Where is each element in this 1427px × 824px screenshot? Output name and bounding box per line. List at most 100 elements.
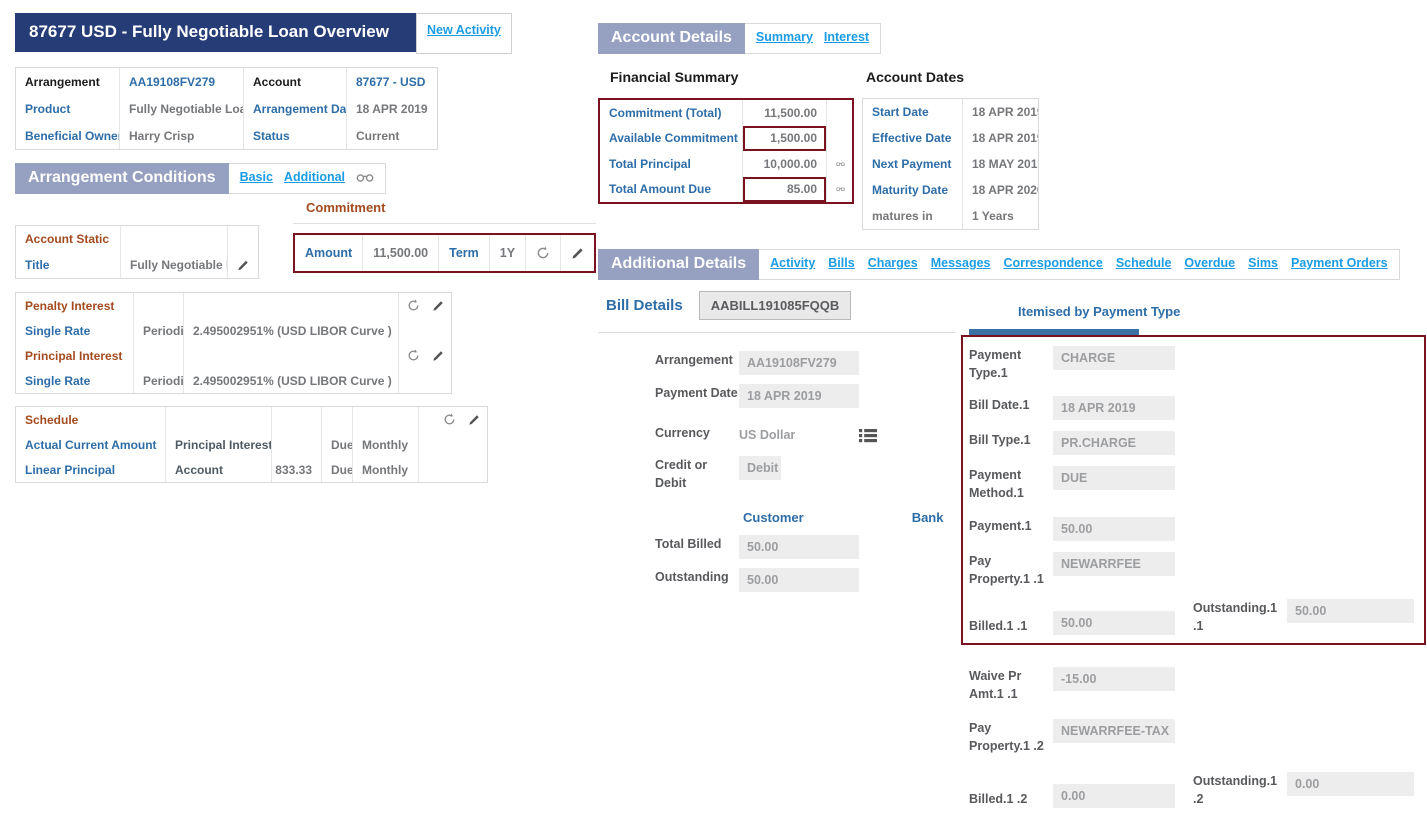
single-rate-label: Single Rate xyxy=(16,368,134,393)
waive-pr-amt-label: Waive Pr Amt.1 .1 xyxy=(969,667,1053,703)
account-dates-table: Start Date 18 APR 2019 Effective Date 18… xyxy=(862,98,1039,230)
arrangement-id: AA19108FV279 xyxy=(120,68,244,95)
payment-orders-link[interactable]: Payment Orders xyxy=(1291,256,1388,270)
principal-interest-header: Principal Interest xyxy=(16,343,134,368)
total-billed-field[interactable]: 50.00 xyxy=(739,535,859,559)
status-label: Status xyxy=(244,122,347,149)
account-details-title: Account Details xyxy=(598,23,745,54)
credit-or-debit-field[interactable]: Debit xyxy=(739,456,781,480)
matures-in-label: matures in xyxy=(863,203,963,229)
arrangement-label: Arrangement xyxy=(16,68,120,95)
itemised-section: Itemised by Payment Type Payment Type.1 … xyxy=(961,291,1426,824)
activity-link[interactable]: Activity xyxy=(770,256,815,270)
additional-details-links: Activity Bills Charges Messages Correspo… xyxy=(759,249,1399,280)
new-activity-link[interactable]: New Activity xyxy=(427,23,501,37)
beneficial-owner-label: Beneficial Owner xyxy=(16,122,120,149)
bank-column-header[interactable]: Bank xyxy=(912,510,944,525)
maturity-date-label: Maturity Date xyxy=(863,177,963,203)
edit-pencil-icon[interactable] xyxy=(468,414,480,426)
payment-type-field[interactable]: CHARGE xyxy=(1053,346,1175,370)
bill-date-field[interactable]: 18 APR 2019 xyxy=(1053,396,1175,420)
credit-or-debit-field-label: Credit or Debit xyxy=(655,456,739,492)
billed-1-2-label: Billed.1 .2 xyxy=(969,790,1053,808)
outstanding-1-1-field[interactable]: 50.00 xyxy=(1287,599,1414,623)
refresh-icon[interactable] xyxy=(443,413,456,426)
start-date-value: 18 APR 2019 xyxy=(963,99,1038,125)
charges-link[interactable]: Charges xyxy=(868,256,918,270)
summary-link[interactable]: Summary xyxy=(756,30,813,44)
title-label: Title xyxy=(16,252,121,278)
interest-link[interactable]: Interest xyxy=(824,30,869,44)
payment-method-field[interactable]: DUE xyxy=(1053,466,1175,490)
term-value: 1Y xyxy=(490,235,526,271)
correspondence-link[interactable]: Correspondence xyxy=(1003,256,1102,270)
tab-itemised-by-payment-type[interactable]: Itemised by Payment Type xyxy=(1018,304,1426,319)
outstanding-1-2-label: Outstanding.1 .2 xyxy=(1193,772,1287,808)
schedule-row-type: Account xyxy=(166,457,272,482)
refresh-icon[interactable] xyxy=(526,235,561,271)
additional-details-header: Additional Details Activity Bills Charge… xyxy=(598,249,1427,280)
additional-link[interactable]: Additional xyxy=(284,170,345,184)
payment-field[interactable]: 50.00 xyxy=(1053,517,1175,541)
commitment-group: Commitment Amount 11,500.00 Term 1Y xyxy=(293,200,596,273)
bill-details-heading: Bill Details xyxy=(606,297,683,314)
glasses-icon[interactable] xyxy=(356,172,374,183)
payment-date-field[interactable]: 18 APR 2019 xyxy=(739,384,859,408)
billed-1-2-field[interactable]: 0.00 xyxy=(1053,784,1175,808)
arrangement-conditions-header: Arrangement Conditions Basic Additional xyxy=(15,163,560,194)
matures-in-value: 1 Years xyxy=(963,203,1038,229)
bills-link[interactable]: Bills xyxy=(828,256,854,270)
messages-link[interactable]: Messages xyxy=(931,256,991,270)
next-payment-label: Next Payment xyxy=(863,151,963,177)
edit-pencil-icon[interactable] xyxy=(432,350,444,362)
pay-property-1-2-field[interactable]: NEWARRFEE-TAX xyxy=(1053,719,1175,743)
edit-pencil-icon[interactable] xyxy=(432,300,444,312)
account-label: Account xyxy=(244,68,347,95)
bill-type-field[interactable]: PR.CHARGE xyxy=(1053,431,1175,455)
arrangement-field-label: Arrangement xyxy=(655,351,739,369)
product-value: Fully Negotiable Loan xyxy=(120,95,244,122)
refresh-icon[interactable] xyxy=(407,349,420,362)
start-date-label: Start Date xyxy=(863,99,963,125)
waive-pr-amt-field[interactable]: -15.00 xyxy=(1053,667,1175,691)
schedule-row-amount xyxy=(272,432,322,457)
outstanding-1-2-field[interactable]: 0.00 xyxy=(1287,772,1414,796)
schedule-table: Schedule Actual Current Amount Principal… xyxy=(15,406,488,483)
schedule-row-label: Actual Current Amount xyxy=(16,432,166,457)
account-dates-heading: Account Dates xyxy=(866,69,964,85)
outstanding-field[interactable]: 50.00 xyxy=(739,568,859,592)
edit-pencil-icon[interactable] xyxy=(228,252,258,278)
edit-pencil-icon[interactable] xyxy=(561,235,594,271)
lookup-list-icon[interactable] xyxy=(859,424,877,443)
schedule-header: Schedule xyxy=(16,407,166,432)
single-rate-label: Single Rate xyxy=(16,318,134,343)
pay-property-1-1-field[interactable]: NEWARRFEE xyxy=(1053,552,1175,576)
arrangement-field[interactable]: AA19108FV279 xyxy=(739,351,859,375)
total-amount-due-label: Total Amount Due xyxy=(600,177,743,203)
schedule-link[interactable]: Schedule xyxy=(1116,256,1172,270)
glasses-icon[interactable] xyxy=(827,151,854,177)
financial-summary-table: Commitment (Total) 11,500.00 Available C… xyxy=(598,98,854,204)
outstanding-field-label: Outstanding xyxy=(655,568,739,586)
billed-1-1-field[interactable]: 50.00 xyxy=(1053,611,1175,635)
sims-link[interactable]: Sims xyxy=(1248,256,1278,270)
amount-label: Amount xyxy=(295,235,363,271)
basic-link[interactable]: Basic xyxy=(240,170,273,184)
penalty-interest-header: Penalty Interest xyxy=(16,293,134,318)
rate-type: Periodic xyxy=(134,318,184,343)
refresh-icon[interactable] xyxy=(407,299,420,312)
bill-details-form: Arrangement AA19108FV279 Payment Date 18… xyxy=(598,351,955,592)
currency-field-label: Currency xyxy=(655,424,739,442)
interest-conditions-table: Penalty Interest Single Rate Periodic 2.… xyxy=(15,292,452,394)
maturity-date-value: 18 APR 2020 xyxy=(963,177,1038,203)
bill-id-button[interactable]: AABILL191085FQQB xyxy=(699,291,852,320)
loan-overview-panel: 87677 USD - Fully Negotiable Loan Overvi… xyxy=(15,13,560,483)
total-principal-label: Total Principal xyxy=(600,151,743,177)
glasses-icon[interactable] xyxy=(827,177,854,203)
overdue-link[interactable]: Overdue xyxy=(1184,256,1235,270)
customer-column-header[interactable]: Customer xyxy=(743,510,804,525)
account-details-header: Account Details Summary Interest xyxy=(598,23,1427,54)
commitment-box: Amount 11,500.00 Term 1Y xyxy=(293,233,596,273)
schedule-row-frequency: Monthly xyxy=(353,432,419,457)
rate-value: 2.495002951% (USD LIBOR Curve ) xyxy=(184,318,399,343)
